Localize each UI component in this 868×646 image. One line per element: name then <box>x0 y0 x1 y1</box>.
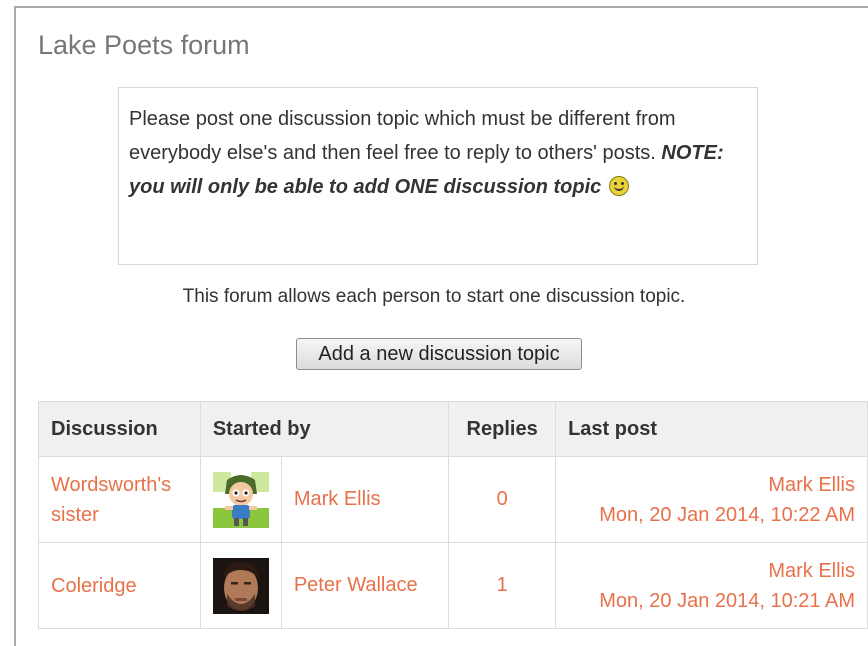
last-post-date[interactable]: Mon, 20 Jan 2014, 10:22 AM <box>568 500 855 530</box>
header-replies[interactable]: Replies <box>448 401 557 457</box>
cartoon-avatar[interactable] <box>212 471 269 528</box>
header-last-post[interactable]: Last post <box>555 401 868 457</box>
header-started-by[interactable]: Started by <box>199 401 450 457</box>
forum-notice: This forum allows each person to start o… <box>182 286 686 307</box>
header-discussion[interactable]: Discussion <box>38 401 201 457</box>
last-post-cell: Mark Ellis Mon, 20 Jan 2014, 10:22 AM <box>555 456 868 543</box>
forum-intro: Please post one discussion topic which m… <box>118 87 758 265</box>
last-post-date[interactable]: Mon, 20 Jan 2014, 10:21 AM <box>568 586 855 616</box>
intro-text: Please post one discussion topic which m… <box>129 108 676 164</box>
last-post-cell: Mark Ellis Mon, 20 Jan 2014, 10:21 AM <box>555 542 868 629</box>
forum-title: Lake Poets forum <box>38 30 250 60</box>
smiley-icon <box>608 176 629 196</box>
replies-count[interactable]: 1 <box>448 542 557 629</box>
last-post-author[interactable]: Mark Ellis <box>568 470 855 500</box>
table-row: Wordsworth's sister Mark Ellis 0 Mark El… <box>38 456 868 543</box>
author-link[interactable]: Mark Ellis <box>280 456 450 543</box>
discussion-table: Discussion Started by Replies Last post … <box>38 401 868 629</box>
add-discussion-button[interactable]: Add a new discussion topic <box>296 338 582 370</box>
author-link[interactable]: Peter Wallace <box>280 542 450 629</box>
table-header-row: Discussion Started by Replies Last post <box>38 401 868 457</box>
last-post-author[interactable]: Mark Ellis <box>568 556 855 586</box>
photo-avatar[interactable] <box>212 557 269 614</box>
discussion-link[interactable]: Coleridge <box>38 542 201 629</box>
replies-count[interactable]: 0 <box>448 456 557 543</box>
author-avatar-cell <box>199 456 282 543</box>
discussion-link[interactable]: Wordsworth's sister <box>38 456 201 543</box>
author-avatar-cell <box>199 542 282 629</box>
table-row: Coleridge Peter Wallace 1 Mark Ellis Mon… <box>38 542 868 629</box>
